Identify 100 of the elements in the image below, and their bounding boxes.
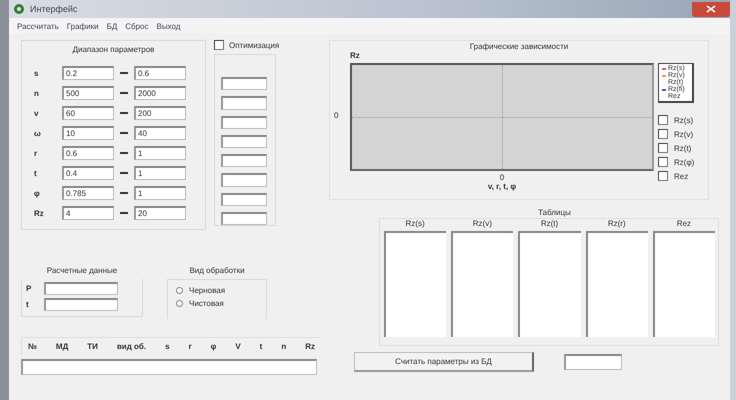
input-field[interactable] [21,359,317,375]
axis-tick-label: 0 [334,111,340,122]
column-header: вид об. [116,342,146,351]
list-header: Rz(t) [540,219,558,230]
input-field[interactable] [221,212,267,225]
list-box[interactable] [586,231,648,337]
input-field[interactable]: 500 [62,86,114,100]
checkbox[interactable] [658,171,668,181]
input-field[interactable]: 10 [62,126,114,140]
input-field[interactable]: 0.4 [62,166,114,180]
axis-label: Rz [350,51,360,60]
group-title: Таблицы [538,208,571,217]
input-field[interactable]: 0.6 [62,146,114,160]
parameter-label: r [33,148,38,158]
input-field[interactable]: 1 [134,146,186,160]
input-field[interactable]: 0.2 [62,66,114,80]
group-title: Расчетные данные [46,266,118,275]
input-field[interactable]: 1 [134,186,186,200]
input-field[interactable]: 40 [134,126,186,140]
menu-item[interactable]: Выход [156,20,180,32]
series-checkbox[interactable]: Rz(t) [658,143,694,153]
input-field[interactable]: 4 [62,206,114,220]
input-field[interactable] [44,282,118,295]
axis-tick-label: 0 [500,173,504,182]
group-title: Диапазон параметров [72,45,154,54]
input-field[interactable] [221,192,267,206]
input-field[interactable] [221,173,267,186]
radio-option[interactable]: Чистовая [176,299,258,308]
checkbox[interactable] [658,157,668,167]
radio-option[interactable]: Черновая [176,286,258,295]
list-box[interactable] [451,231,514,337]
input-field[interactable] [564,354,622,370]
parameter-label: t [33,168,38,178]
close-button[interactable] [692,2,730,16]
menu-item[interactable]: Сброс [125,20,148,32]
column-header: r [188,342,192,351]
checkbox[interactable] [658,129,668,139]
menu-item[interactable]: Рассчитать [17,20,59,32]
input-field[interactable] [221,77,267,90]
list-header: Rz(s) [406,219,425,230]
input-field[interactable]: 60 [62,106,114,120]
app-icon [13,3,25,15]
checkbox[interactable] [658,115,668,125]
column-header: МД [56,342,68,351]
list-box[interactable] [384,231,446,337]
checkbox[interactable] [214,40,224,50]
column-header: t [260,342,262,351]
input-field[interactable] [221,134,267,148]
range-dash [120,152,128,154]
range-dash [120,72,128,74]
column-header: s [165,342,170,351]
input-field[interactable] [221,154,267,168]
field-label: t [26,300,30,309]
checkbox[interactable] [658,143,668,153]
optimization-checkbox[interactable]: Оптимизация [214,40,280,50]
input-field[interactable]: 20 [134,206,186,220]
range-dash [120,192,128,194]
range-dash [120,172,128,174]
input-field[interactable] [44,298,118,311]
parameter-label: s [33,68,40,78]
column-header: n [281,342,286,351]
input-field[interactable]: 2000 [134,86,186,100]
load-button[interactable]: Считать параметры из БД [354,352,534,372]
input-field[interactable]: 0.6 [134,66,186,80]
parameter-label: n [33,88,40,98]
group-title: Графические зависимости [470,42,568,51]
input-field[interactable]: 200 [134,106,186,120]
menu-item[interactable]: Графики [66,20,99,32]
range-dash [120,132,128,134]
column-header: φ [210,342,216,351]
range-dash [120,212,128,214]
list-box[interactable] [652,231,716,337]
parameter-label: Rz [33,208,45,218]
field-label: P [26,284,32,293]
menu-item[interactable]: БД [106,20,118,32]
group-title: Вид обработки [189,266,245,275]
parameter-label: ω [33,128,42,138]
parameter-label: v [33,108,40,118]
list-header: Rz(v) [472,219,492,230]
list-header: Rz(r) [608,219,626,230]
input-field[interactable]: 0.785 [62,186,114,200]
window-title: Интерфейс [30,4,78,14]
series-checkbox[interactable]: Rz(v) [658,129,694,139]
column-header: Rz [305,342,315,351]
input-field[interactable]: 1 [134,166,186,180]
series-checkbox[interactable]: Rez [658,171,694,181]
radio-button[interactable] [176,300,183,307]
axis-label: v, r, t, φ [488,182,516,191]
input-field[interactable] [221,116,267,129]
list-box[interactable] [518,231,581,337]
series-checkbox[interactable]: Rz(φ) [658,157,694,167]
series-checkbox[interactable]: Rz(s) [658,115,694,125]
input-field[interactable] [221,96,267,110]
radio-button[interactable] [176,287,183,294]
close-icon [706,5,716,13]
column-header: ТИ [87,342,98,351]
range-dash [120,92,128,94]
range-dash [120,112,128,114]
column-header: № [28,342,37,351]
parameter-label: φ [33,188,41,198]
